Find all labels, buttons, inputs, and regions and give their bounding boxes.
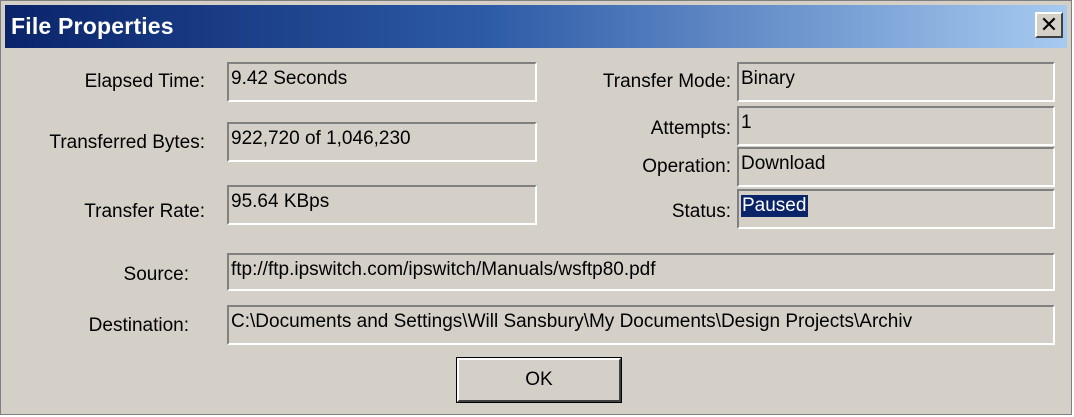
- destination-label: Destination:: [88, 315, 189, 336]
- transfer-mode-field: Binary: [737, 62, 1055, 102]
- transferred-bytes-label: Transferred Bytes:: [49, 132, 205, 153]
- attempts-field: 1: [737, 106, 1055, 146]
- transfer-rate-field: 95.64 KBps: [227, 185, 537, 225]
- transfer-mode-value: Binary: [741, 68, 795, 89]
- elapsed-time-value: 9.42 Seconds: [231, 68, 348, 89]
- status-value[interactable]: Paused: [741, 195, 809, 217]
- attempts-label: Attempts:: [650, 118, 731, 139]
- source-label: Source:: [123, 264, 189, 285]
- transfer-rate-value: 95.64 KBps: [231, 191, 330, 212]
- status-label: Status:: [671, 201, 731, 222]
- close-icon: ✕: [1039, 12, 1059, 37]
- status-field[interactable]: Paused: [737, 189, 1055, 229]
- operation-field: Download: [737, 147, 1055, 187]
- source-value: ftp://ftp.ipswitch.com/ipswitch/Manuals/…: [231, 259, 656, 280]
- destination-field: C:\Documents and Settings\Will Sansbury\…: [227, 305, 1055, 345]
- dialog-title: File Properties: [11, 13, 174, 39]
- attempts-value: 1: [741, 112, 752, 133]
- transfer-rate-label: Transfer Rate:: [84, 201, 205, 222]
- operation-value: Download: [741, 153, 826, 174]
- close-button[interactable]: ✕: [1035, 12, 1063, 38]
- elapsed-time-field: 9.42 Seconds: [227, 62, 537, 102]
- transfer-mode-label: Transfer Mode:: [602, 71, 731, 92]
- transferred-bytes-value: 922,720 of 1,046,230: [231, 128, 411, 149]
- source-field: ftp://ftp.ipswitch.com/ipswitch/Manuals/…: [227, 253, 1055, 291]
- ok-button-label: OK: [525, 369, 553, 390]
- destination-value: C:\Documents and Settings\Will Sansbury\…: [231, 311, 913, 332]
- operation-label: Operation:: [642, 156, 731, 177]
- file-properties-dialog: File Properties ✕ Elapsed Time: 9.42 Sec…: [0, 0, 1072, 415]
- elapsed-time-label: Elapsed Time:: [84, 71, 205, 92]
- transferred-bytes-field: 922,720 of 1,046,230: [227, 122, 537, 162]
- ok-button[interactable]: OK: [456, 357, 622, 403]
- title-bar[interactable]: File Properties ✕: [5, 5, 1067, 48]
